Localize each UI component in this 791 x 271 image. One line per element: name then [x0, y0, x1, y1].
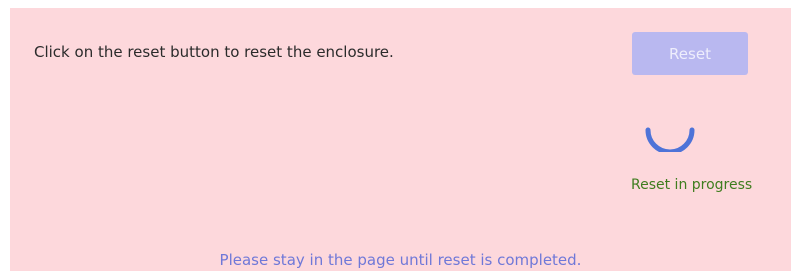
reset-status-text: Reset in progress — [631, 177, 753, 193]
reset-instruction-text: Click on the reset button to reset the e… — [34, 43, 394, 61]
reset-enclosure-panel: Click on the reset button to reset the e… — [10, 8, 791, 271]
reset-button[interactable]: Reset — [632, 32, 748, 75]
reset-footer-note: Please stay in the page until reset is c… — [219, 251, 582, 269]
loading-spinner-icon — [645, 127, 695, 152]
